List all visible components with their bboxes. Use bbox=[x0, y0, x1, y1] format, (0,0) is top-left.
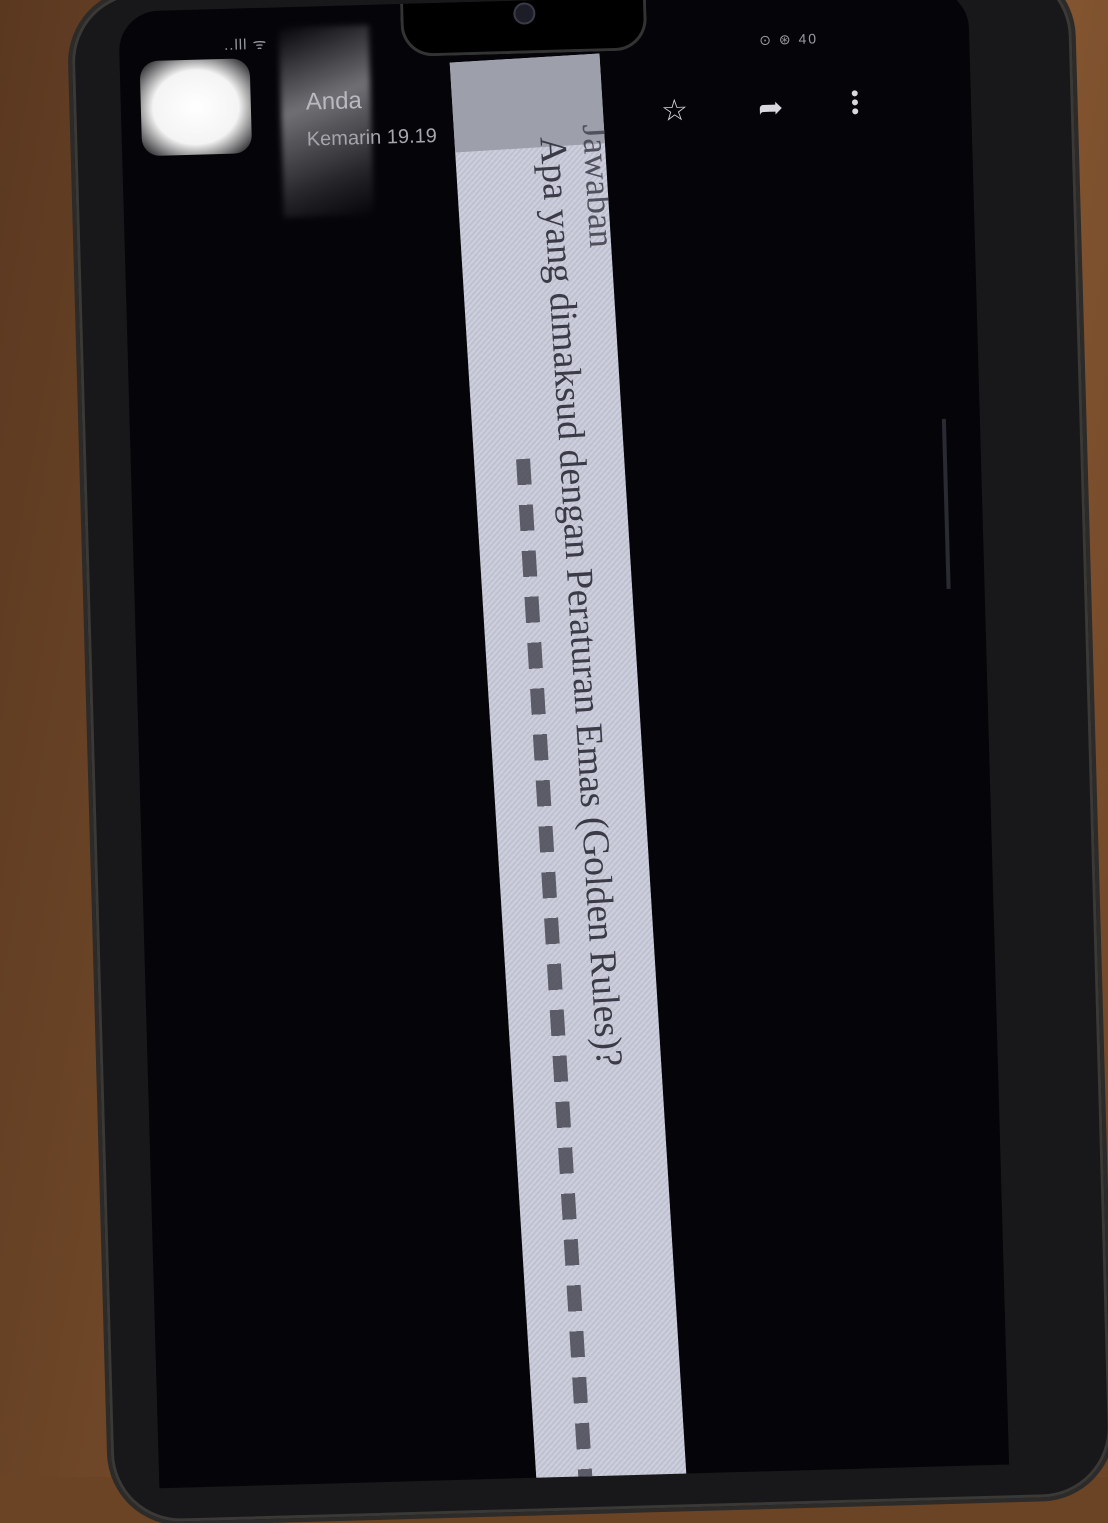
front-camera bbox=[513, 2, 536, 25]
star-icon[interactable]: ☆ bbox=[661, 94, 689, 128]
screen-scratch bbox=[278, 24, 374, 218]
forward-icon[interactable]: ➦ bbox=[758, 91, 784, 125]
status-signal: ..lll ᯤ bbox=[223, 35, 268, 54]
light-glare bbox=[139, 58, 253, 157]
scroll-indicator bbox=[941, 418, 951, 589]
notch bbox=[399, 0, 648, 57]
phone-screen: ..lll ᯤ ⊙ ⊛ 40 Anda Kemarin 19.19 ☆ ➦ Ja… bbox=[118, 0, 1010, 1489]
sender-name: Anda bbox=[305, 87, 363, 116]
status-indicators: ⊙ ⊛ 40 bbox=[758, 30, 819, 48]
attachment-fragment-text: Jawaban bbox=[574, 122, 623, 249]
more-vertical-icon[interactable] bbox=[851, 87, 860, 117]
message-time: Kemarin 19.19 bbox=[306, 125, 438, 151]
attachment-image[interactable]: Jawaban Apa yang dimaksud dengan Peratur… bbox=[449, 53, 692, 1489]
